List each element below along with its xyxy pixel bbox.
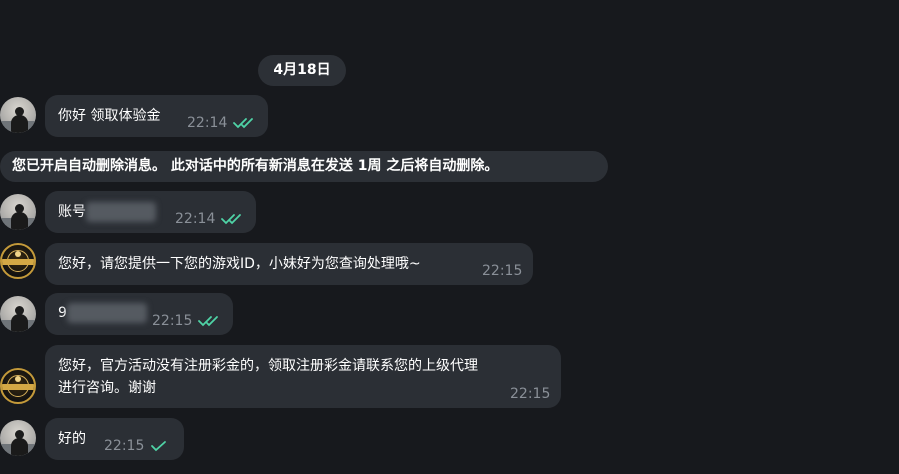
redacted-blur [66, 303, 147, 323]
message-time: 22:14 [187, 115, 228, 131]
message-time: 22:14 [175, 211, 216, 227]
message-meta: 22:15 [510, 386, 550, 402]
user-avatar[interactable] [0, 296, 36, 332]
message-meta: 22:14 [175, 211, 245, 227]
message-time: 22:15 [482, 263, 523, 279]
message-meta: 22:15 [482, 263, 522, 279]
double-check-icon [198, 316, 219, 327]
double-check-icon [221, 214, 242, 225]
message-text: 9 [58, 303, 147, 323]
message-line-1: 您好，官方活动没有注册彩金的，领取注册彩金请联系您的上级代理 [58, 358, 478, 374]
message-meta: 22:15 [104, 438, 168, 454]
user-avatar[interactable] [0, 194, 36, 230]
message-time: 22:15 [510, 386, 551, 402]
date-separator: 4月18日 [258, 55, 346, 86]
redacted-blur [86, 202, 156, 222]
chat-view: 4月18日 你好 领取体验金 22:14 您已开启自动删除消息。 此对话中的所有… [0, 0, 899, 474]
message-bubble-6[interactable]: 好的 22:15 [45, 418, 184, 460]
message-text: 您好，官方活动没有注册彩金的，领取注册彩金请联系您的上级代理 进行咨询。谢谢 [58, 355, 548, 399]
message-text: 账号 [58, 201, 156, 222]
message-bubble-2[interactable]: 账号 22:14 [45, 191, 256, 233]
user-avatar[interactable] [0, 420, 36, 456]
double-check-icon [233, 118, 254, 129]
message-text: 您好，请您提供一下您的游戏ID，小妹好为您查询处理哦~ [58, 256, 421, 272]
message-meta: 22:15 [152, 313, 222, 329]
user-avatar[interactable] [0, 97, 36, 133]
agent-avatar[interactable] [0, 243, 36, 279]
auto-delete-notice: 您已开启自动删除消息。 此对话中的所有新消息在发送 1周 之后将自动删除。 [0, 151, 608, 182]
agent-avatar[interactable] [0, 368, 36, 404]
message-text-visible: 9 [58, 305, 67, 321]
single-check-icon [151, 441, 167, 452]
message-bubble-4[interactable]: 9 22:15 [45, 293, 233, 335]
message-bubble-1[interactable]: 你好 领取体验金 22:14 [45, 95, 268, 137]
message-bubble-3[interactable]: 您好，请您提供一下您的游戏ID，小妹好为您查询处理哦~ 22:15 [45, 243, 533, 285]
message-text: 你好 领取体验金 [58, 108, 161, 124]
message-text: 好的 [58, 431, 86, 447]
message-text-visible: 账号 [58, 204, 86, 220]
message-meta: 22:14 [187, 115, 257, 131]
message-time: 22:15 [152, 313, 193, 329]
message-line-2: 进行咨询。谢谢 [58, 380, 156, 396]
message-bubble-5[interactable]: 您好，官方活动没有注册彩金的，领取注册彩金请联系您的上级代理 进行咨询。谢谢 2… [45, 345, 561, 408]
message-time: 22:15 [104, 438, 145, 454]
